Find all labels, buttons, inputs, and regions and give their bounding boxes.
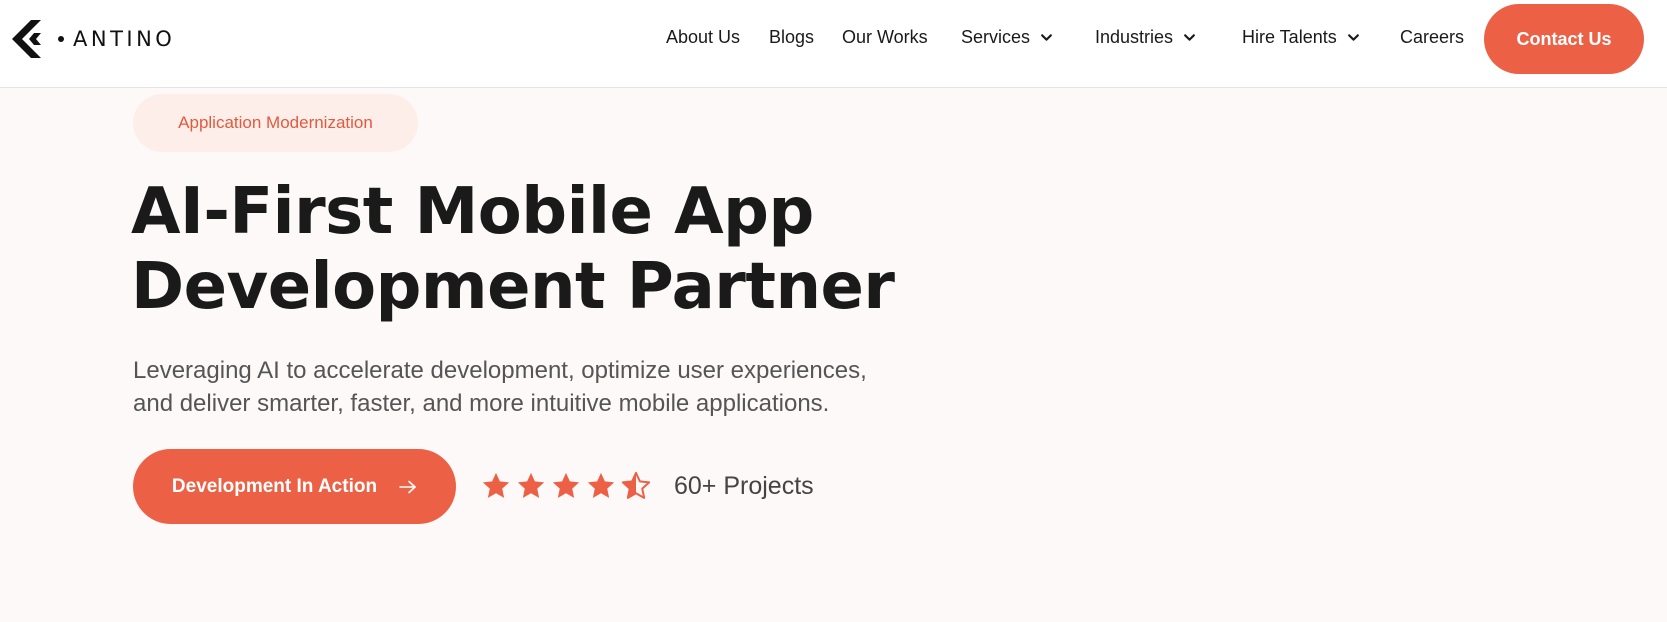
development-in-action-button[interactable]: Development In Action — [133, 449, 456, 524]
nav-hire-talents[interactable]: Hire Talents — [1242, 27, 1360, 48]
nav-careers[interactable]: Careers — [1400, 27, 1464, 48]
hero-headline-line2: Development Partner — [131, 250, 895, 324]
nav-our-works[interactable]: Our Works — [842, 27, 928, 48]
contact-us-label: Contact Us — [1516, 28, 1612, 49]
chevron-down-icon — [1347, 34, 1359, 41]
chevron-down-icon — [1041, 34, 1052, 41]
nav-industries[interactable]: Industries — [1095, 27, 1196, 48]
hero-subtext-line2: and deliver smarter, faster, and more in… — [133, 390, 830, 417]
contact-us-button[interactable]: Contact Us — [1484, 4, 1644, 74]
star-filled-icon — [587, 472, 615, 498]
nav-careers-label: Careers — [1400, 27, 1465, 47]
projects-count: 60+ Projects — [674, 471, 814, 500]
nav-about-us-label: About Us — [666, 27, 741, 47]
nav-hire-talents-label: Hire Talents — [1242, 27, 1337, 47]
nav-services[interactable]: Services — [961, 27, 1053, 48]
rating: 60+ Projects — [481, 468, 814, 504]
nav-blogs-label: Blogs — [769, 27, 815, 47]
star-filled-icon — [552, 472, 580, 498]
hero-headline-line1: AI-First Mobile App — [131, 175, 814, 249]
nav-industries-label: Industries — [1095, 27, 1174, 47]
star-filled-icon — [482, 472, 510, 498]
chevron-down-icon — [1184, 34, 1195, 41]
category-tag-label: Application Modernization — [178, 113, 373, 132]
nav-services-label: Services — [961, 27, 1031, 47]
hero-subtext: Leveraging AI to accelerate development,… — [133, 354, 953, 420]
arrow-right-icon — [399, 480, 416, 493]
star-filled-icon — [517, 472, 545, 498]
site-header: ANTINO About Us Blogs Our Works Services… — [0, 0, 1667, 88]
hero-subtext-line1: Leveraging AI to accelerate development,… — [133, 357, 867, 384]
nav-our-works-label: Our Works — [842, 27, 928, 47]
hero-headline: AI-First Mobile App Development Partner — [131, 175, 1031, 325]
star-half-icon — [621, 471, 651, 499]
main-nav: About Us Blogs Our Works Services Indust… — [0, 0, 1667, 78]
category-tag: Application Modernization — [133, 94, 418, 152]
cta-label: Development In Action — [171, 475, 378, 497]
nav-blogs[interactable]: Blogs — [769, 27, 814, 48]
nav-about-us[interactable]: About Us — [666, 27, 740, 48]
